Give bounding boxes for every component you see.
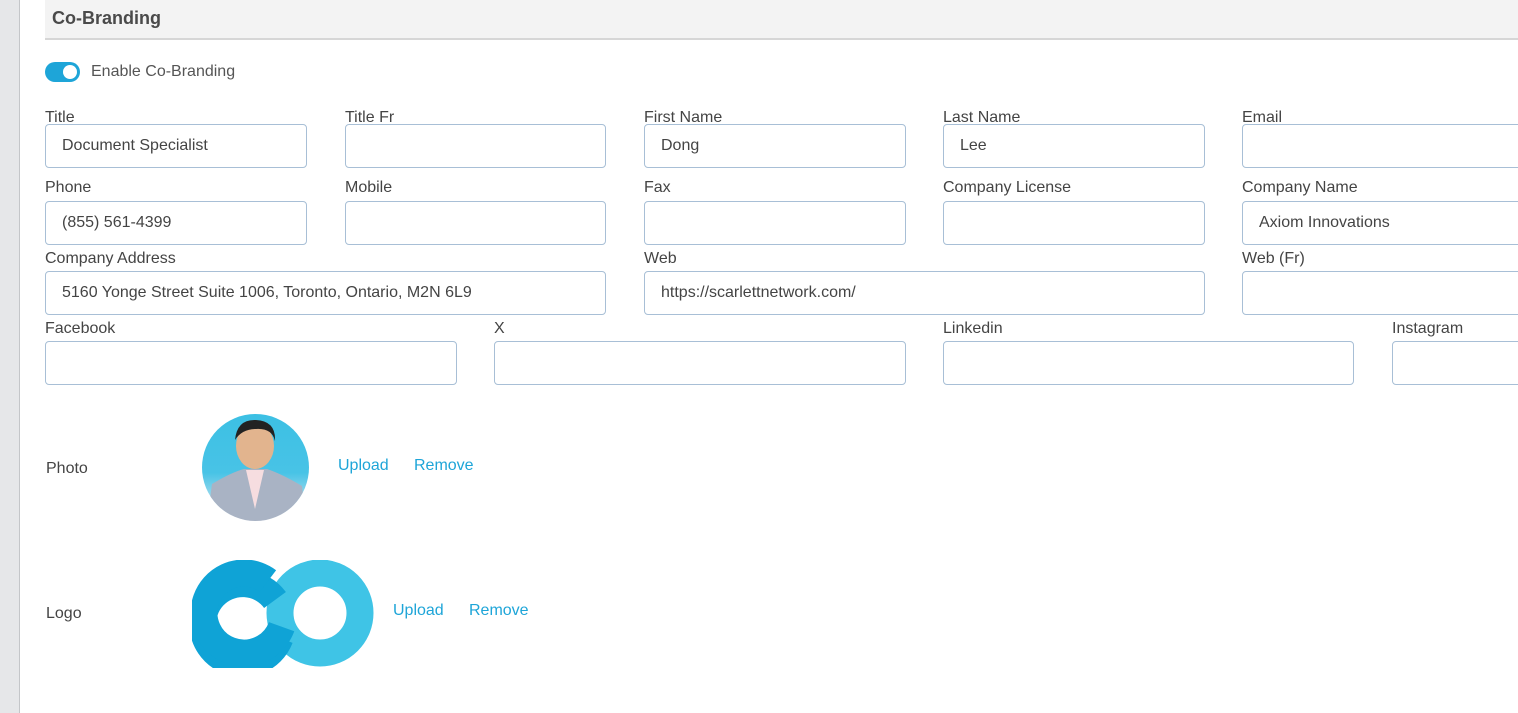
instagram-input[interactable]: [1392, 341, 1518, 385]
logo-label: Logo: [46, 605, 82, 622]
linkedin-label: Linkedin: [943, 320, 1003, 337]
title-label: Title: [45, 109, 75, 126]
section-title: Co-Branding: [52, 8, 161, 28]
x-input[interactable]: [494, 341, 906, 385]
last-name-input[interactable]: [943, 124, 1205, 168]
linkedin-input[interactable]: [943, 341, 1354, 385]
title-fr-input[interactable]: [345, 124, 606, 168]
field-instagram: Instagram: [1392, 320, 1518, 385]
last-name-label: Last Name: [943, 109, 1021, 126]
company-address-input[interactable]: [45, 271, 606, 315]
field-phone: Phone: [45, 179, 307, 245]
enable-co-branding-toggle[interactable]: [45, 62, 80, 82]
company-name-input[interactable]: [1242, 201, 1518, 245]
photo-upload-link[interactable]: Upload: [338, 457, 389, 475]
web-label: Web: [644, 250, 677, 267]
company-address-label: Company Address: [45, 250, 176, 267]
logo-image: [189, 559, 374, 678]
web-fr-input[interactable]: [1242, 271, 1518, 315]
field-mobile: Mobile: [345, 179, 606, 245]
field-facebook: Facebook: [45, 320, 457, 385]
phone-input[interactable]: [45, 201, 307, 245]
company-license-input[interactable]: [943, 201, 1205, 245]
field-title: Title: [45, 109, 307, 168]
email-input[interactable]: [1242, 124, 1518, 168]
fax-label: Fax: [644, 179, 671, 196]
field-first-name: First Name: [644, 109, 906, 168]
logo-upload-link[interactable]: Upload: [393, 602, 444, 620]
company-name-label: Company Name: [1242, 179, 1358, 196]
section-header: Co-Branding: [45, 0, 1518, 40]
x-label: X: [494, 320, 505, 337]
field-linkedin: Linkedin: [943, 320, 1354, 385]
instagram-label: Instagram: [1392, 320, 1464, 337]
field-fax: Fax: [644, 179, 906, 245]
email-label: Email: [1242, 109, 1283, 126]
field-email: Email: [1242, 109, 1518, 168]
fax-input[interactable]: [644, 201, 906, 245]
profile-photo: [202, 414, 309, 521]
field-company-address: Company Address: [45, 250, 606, 315]
enable-co-branding-label: Enable Co-Branding: [91, 63, 236, 80]
field-title-fr: Title Fr: [345, 109, 606, 168]
title-fr-label: Title Fr: [345, 109, 395, 126]
field-last-name: Last Name: [943, 109, 1205, 168]
mobile-input[interactable]: [345, 201, 606, 245]
photo-label: Photo: [46, 460, 88, 477]
facebook-input[interactable]: [45, 341, 457, 385]
photo-remove-link[interactable]: Remove: [414, 457, 474, 475]
title-input[interactable]: [45, 124, 307, 168]
company-license-label: Company License: [943, 179, 1072, 196]
field-company-license: Company License: [943, 179, 1205, 245]
mobile-label: Mobile: [345, 179, 393, 196]
field-company-name: Company Name: [1242, 179, 1518, 245]
phone-label: Phone: [45, 179, 92, 196]
logo-remove-link[interactable]: Remove: [469, 602, 529, 620]
facebook-label: Facebook: [45, 320, 116, 337]
field-x: X: [494, 320, 906, 385]
field-web: Web: [644, 250, 1205, 315]
first-name-input[interactable]: [644, 124, 906, 168]
left-sidebar-edge: [0, 0, 20, 713]
web-input[interactable]: [644, 271, 1205, 315]
web-fr-label: Web (Fr): [1242, 250, 1305, 267]
first-name-label: First Name: [644, 109, 723, 126]
field-web-fr: Web (Fr): [1242, 250, 1518, 315]
